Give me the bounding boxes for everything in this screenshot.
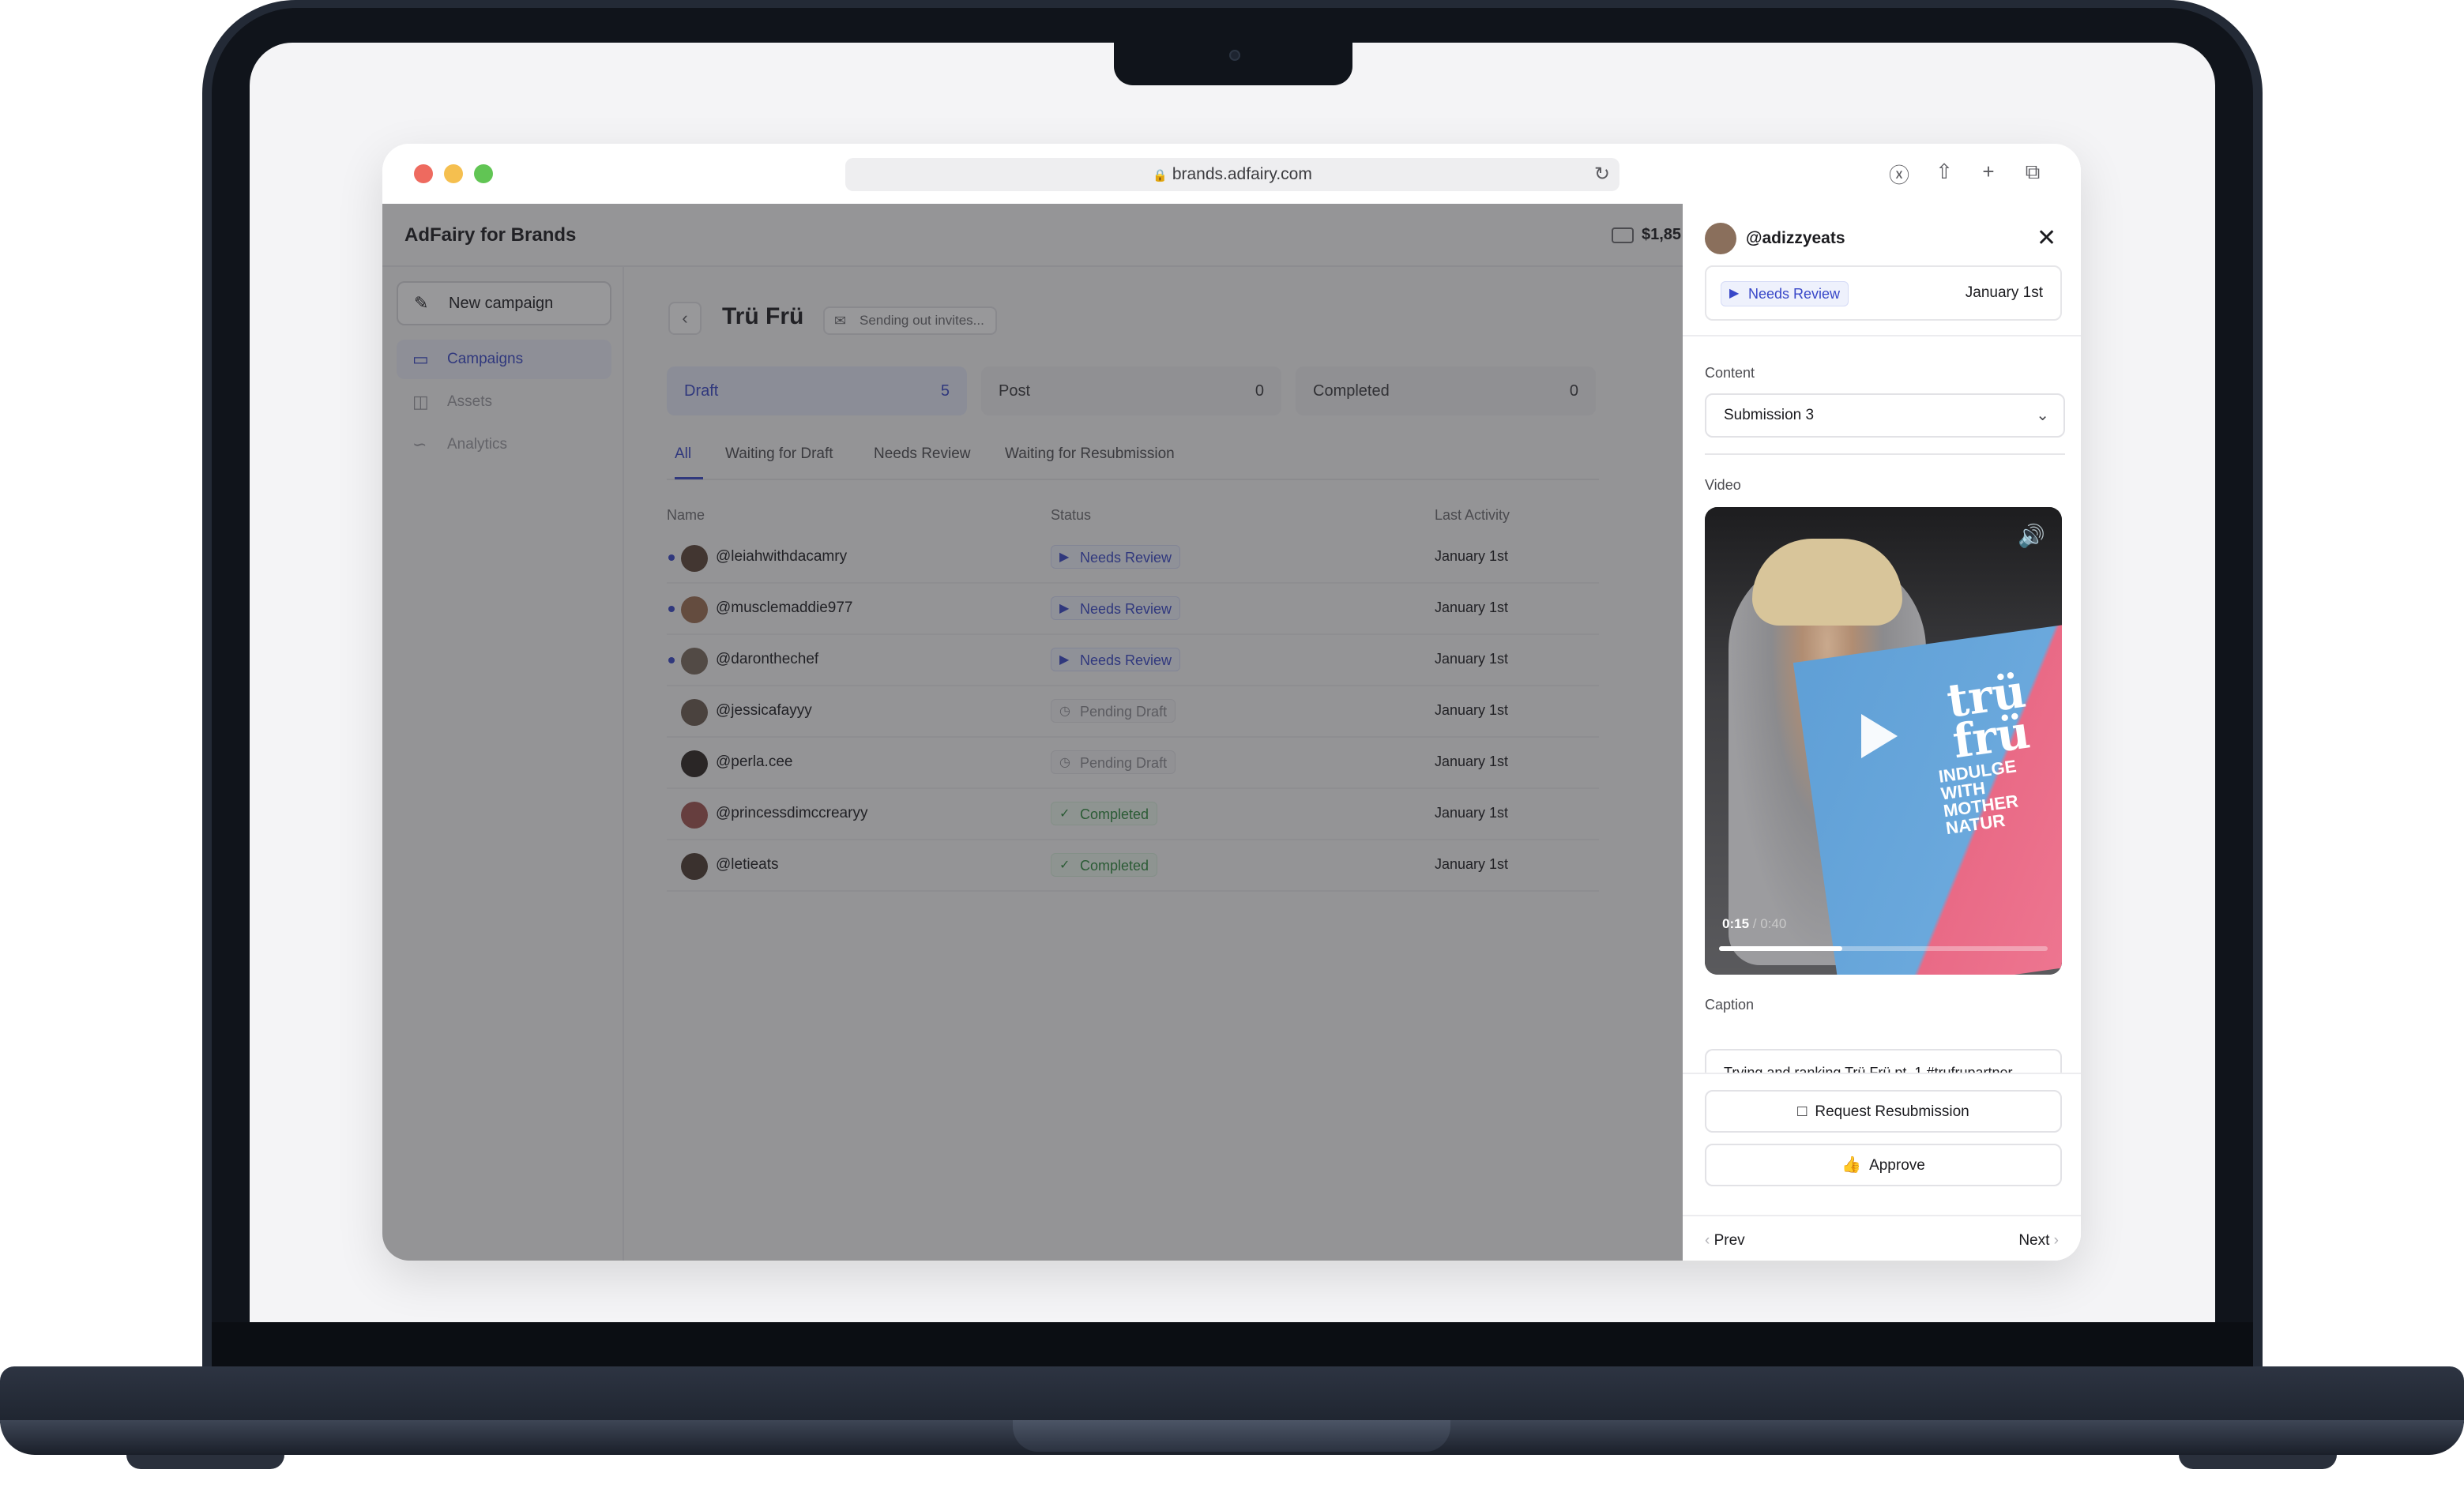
close-window-button[interactable] <box>414 164 433 183</box>
play-icon[interactable] <box>1861 714 1898 758</box>
caption-label: Caption <box>1705 997 1755 1013</box>
browser-window: 🔒 brands.adfairy.com ↻ ⓧ ⇧ + ⧉ AdFairy fo… <box>382 144 2081 1261</box>
approve-button[interactable]: 👍 Approve <box>1705 1144 2062 1186</box>
video-product-brand: trü frü <box>1943 663 2033 769</box>
avatar <box>1705 223 1736 254</box>
new-tab-icon[interactable]: + <box>1975 160 2002 184</box>
video-time-separator: / <box>1752 916 1757 931</box>
browser-toolbar: 🔒 brands.adfairy.com ↻ ⓧ ⇧ + ⧉ <box>382 144 2081 204</box>
close-icon[interactable]: ✕ <box>2037 224 2056 252</box>
prev-label: Prev <box>1714 1232 1745 1249</box>
download-icon[interactable]: ⓧ <box>1886 160 1913 189</box>
chevron-right-icon: › <box>2053 1232 2059 1249</box>
video-timestamp: 0:15 / 0:40 <box>1722 916 1786 932</box>
creator-handle: @adizzyeats <box>1746 229 1845 247</box>
reload-icon[interactable]: ↻ <box>1594 158 1610 191</box>
tabs-overview-icon[interactable]: ⧉ <box>2019 160 2046 185</box>
share-icon[interactable]: ⇧ <box>1931 160 1958 184</box>
volume-icon[interactable]: 🔊 <box>2018 523 2045 549</box>
camera-icon <box>1229 50 1240 61</box>
status-text: Needs Review <box>1748 286 1841 302</box>
submission-select[interactable]: Submission 3 ⌄ <box>1705 393 2065 438</box>
review-panel-header: @adizzyeats ✕ ▶ Needs Review January 1st <box>1683 204 2081 336</box>
laptop-foot-right <box>2179 1455 2337 1469</box>
camera-notch <box>1114 41 1352 85</box>
review-panel: @adizzyeats ✕ ▶ Needs Review January 1st … <box>1683 204 2081 1261</box>
submission-pager: ‹ Prev Next › <box>1683 1215 2081 1261</box>
approve-label: Approve <box>1869 1157 1925 1174</box>
divider <box>1705 453 2065 455</box>
bezel-bottom <box>212 1322 2253 1366</box>
laptop-hinge <box>1013 1420 1450 1452</box>
video-progress-bar[interactable] <box>1719 946 2048 951</box>
chevron-down-icon: ⌄ <box>2036 407 2049 424</box>
play-square-icon: ▶ <box>1729 287 1740 300</box>
thumbs-up-icon: 👍 <box>1841 1156 1862 1174</box>
address-bar[interactable]: 🔒 brands.adfairy.com ↻ <box>845 158 1619 191</box>
zoom-window-button[interactable] <box>474 164 493 183</box>
content-label: Content <box>1705 365 1755 381</box>
submission-selected-value: Submission 3 <box>1724 407 1815 423</box>
laptop-base <box>0 1366 2464 1423</box>
prev-button[interactable]: ‹ Prev <box>1705 1232 1745 1250</box>
next-label: Next <box>2018 1232 2050 1249</box>
lock-icon: 🔒 <box>1153 169 1168 182</box>
video-person-hair <box>1752 539 1902 626</box>
message-icon: □ <box>1797 1103 1808 1120</box>
video-current-time: 0:15 <box>1722 916 1750 931</box>
url-text: brands.adfairy.com <box>1172 165 1312 183</box>
video-player[interactable]: trü frü INDULGE WITH MOTHER NATUR 🔊 0:15 … <box>1705 507 2062 975</box>
video-progress-fill <box>1719 946 1842 951</box>
request-resubmission-label: Request Resubmission <box>1815 1103 1969 1120</box>
modal-backdrop[interactable] <box>382 204 1683 1261</box>
laptop-foot-left <box>126 1455 284 1469</box>
chevron-left-icon: ‹ <box>1705 1232 1710 1249</box>
status-badge: ▶ Needs Review <box>1721 281 1849 306</box>
submission-status-box: ▶ Needs Review January 1st <box>1705 265 2062 321</box>
submission-date: January 1st <box>1965 284 2043 301</box>
request-resubmission-button[interactable]: □ Request Resubmission <box>1705 1090 2062 1133</box>
video-total-time: 0:40 <box>1760 916 1787 931</box>
review-actions: □ Request Resubmission 👍 Approve ‹ Prev Ne… <box>1683 1073 2081 1261</box>
next-button[interactable]: Next › <box>2018 1232 2059 1250</box>
minimize-window-button[interactable] <box>444 164 463 183</box>
video-label: Video <box>1705 477 1741 493</box>
